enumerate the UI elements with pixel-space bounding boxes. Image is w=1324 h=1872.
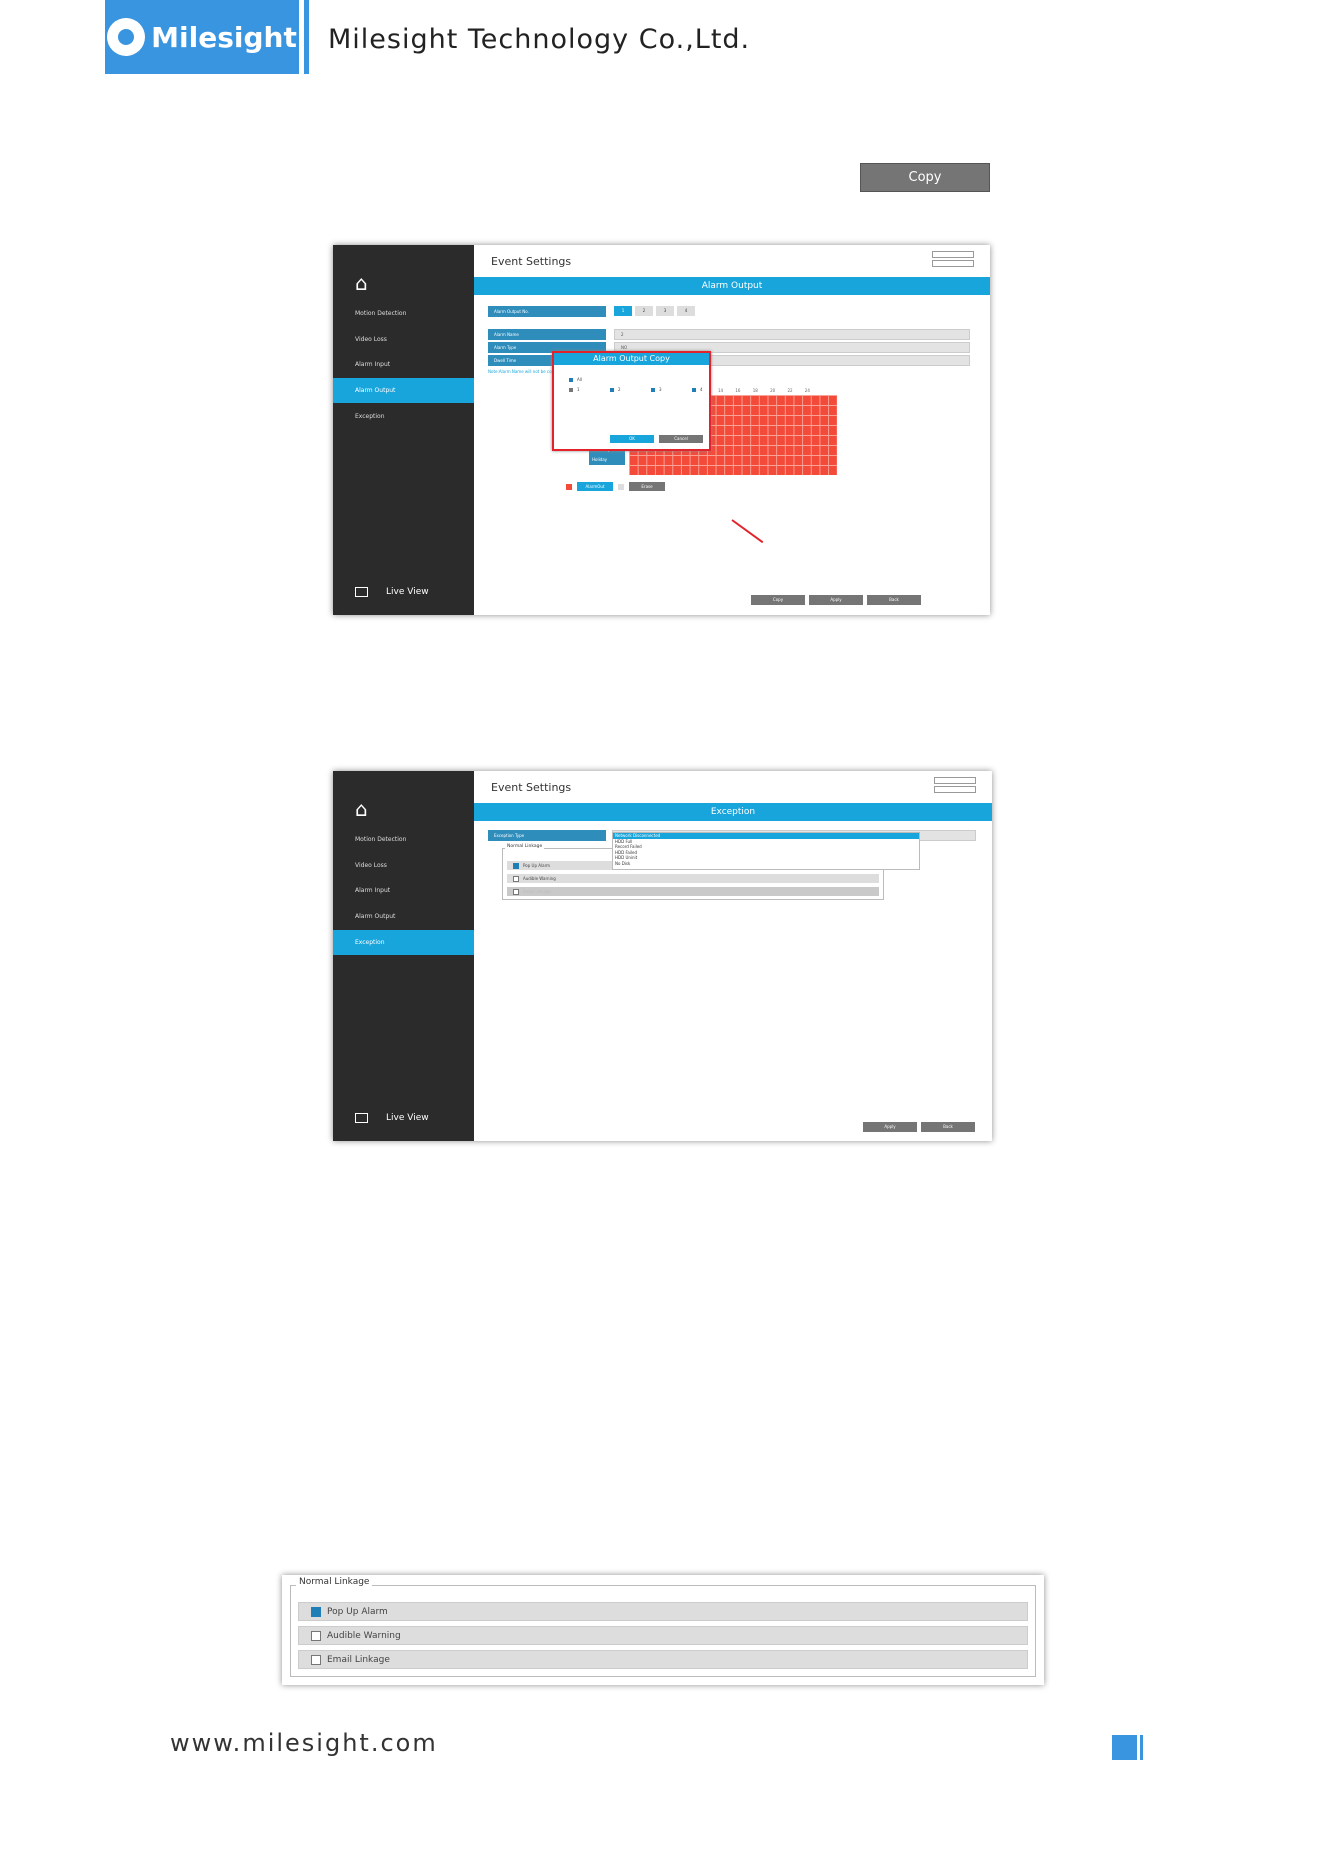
dialog-cancel-button[interactable]: Cancel	[659, 435, 703, 443]
sidebar-item-exception[interactable]: Exception	[333, 930, 474, 955]
copy-option-1[interactable]: 1	[569, 387, 580, 392]
copy-note: Note:Alarm Name will not be copied.	[488, 369, 562, 374]
copy-option-4[interactable]: 4	[692, 387, 703, 392]
dialog-ok-button[interactable]: OK	[610, 435, 654, 443]
alarm-output-4[interactable]: 4	[677, 306, 695, 316]
copy-button-illustration: Copy	[860, 163, 990, 192]
checkbox-icon[interactable]	[311, 1654, 321, 1665]
erase-button[interactable]: Erase	[629, 482, 665, 491]
back-button[interactable]: Back	[867, 595, 921, 605]
usage-meter	[932, 251, 974, 267]
audible-warning-row[interactable]: Audible Warning	[298, 1626, 1028, 1645]
alarm-output-screenshot: ⌂ Motion Detection Video Loss Alarm Inpu…	[333, 245, 990, 615]
pop-up-alarm-row[interactable]: Pop Up Alarm	[298, 1602, 1028, 1621]
alarm-name-field[interactable]: 2	[614, 329, 970, 340]
normal-linkage-legend: Normal Linkage	[296, 1577, 373, 1587]
copy-button[interactable]: Copy	[751, 595, 805, 605]
pointer-arrow	[731, 519, 764, 544]
sidebar-item-video-loss[interactable]: Video Loss	[333, 853, 474, 878]
erase-legend-swatch	[618, 484, 624, 490]
alarm-output-3[interactable]: 3	[656, 306, 674, 316]
usage-meter	[934, 777, 976, 793]
monitor-icon	[355, 587, 368, 597]
monitor-icon	[355, 1113, 368, 1123]
footer-url: www.milesight.com	[170, 1729, 438, 1757]
hour-labels: 14 16 18 20 22 24	[718, 388, 810, 393]
section-bar: Alarm Output	[474, 277, 990, 295]
live-view-link[interactable]: Live View	[355, 587, 429, 597]
sidebar-item-motion-detection[interactable]: Motion Detection	[333, 827, 474, 852]
alarm-legend-swatch	[566, 484, 572, 490]
email-linkage-row[interactable]: Email Linkage	[507, 887, 879, 896]
normal-linkage-panel: Normal Linkage Pop Up Alarm Audible Warn…	[282, 1575, 1044, 1685]
copy-option-3[interactable]: 3	[651, 387, 662, 392]
copy-all-checkbox[interactable]: All	[569, 377, 582, 382]
logo-icon	[107, 18, 146, 56]
exception-screenshot: ⌂ Motion Detection Video Loss Alarm Inpu…	[333, 771, 992, 1141]
home-icon[interactable]: ⌂	[355, 271, 368, 295]
sidebar-item-video-loss[interactable]: Video Loss	[333, 327, 474, 352]
checkbox-icon[interactable]	[311, 1606, 321, 1617]
apply-button[interactable]: Apply	[863, 1122, 917, 1132]
page-title: Event Settings	[491, 781, 572, 794]
alarm-output-1[interactable]: 1	[614, 306, 632, 316]
company-name: Milesight Technology Co.,Ltd.	[328, 24, 751, 55]
alarm-name-label: Alarm Name	[488, 329, 606, 340]
sidebar-item-alarm-output[interactable]: Alarm Output	[333, 378, 474, 403]
sidebar-item-exception[interactable]: Exception	[333, 404, 474, 429]
page-title: Event Settings	[491, 255, 572, 268]
checkbox-icon[interactable]	[311, 1630, 321, 1641]
sidebar-item-alarm-output[interactable]: Alarm Output	[333, 904, 474, 929]
section-bar: Exception	[474, 803, 992, 821]
sidebar-item-alarm-input[interactable]: Alarm Input	[333, 878, 474, 903]
dropdown-option[interactable]: No Disk	[613, 861, 919, 867]
alarmout-button[interactable]: AlarmOut	[577, 482, 613, 491]
page-marker-bar	[1140, 1735, 1143, 1760]
content-area: Event Settings Exception Exception Type …	[474, 771, 992, 1141]
content-area: Event Settings Alarm Output Alarm Output…	[474, 245, 990, 615]
live-view-link[interactable]: Live View	[355, 1113, 429, 1123]
apply-button[interactable]: Apply	[809, 595, 863, 605]
audible-warning-row[interactable]: Audible Warning	[507, 874, 879, 883]
home-icon[interactable]: ⌂	[355, 797, 368, 821]
header-divider	[304, 0, 309, 74]
email-linkage-row[interactable]: Email Linkage	[298, 1650, 1028, 1669]
alarm-output-2[interactable]: 2	[635, 306, 653, 316]
dialog-title: Alarm Output Copy	[554, 353, 709, 365]
sidebar: ⌂ Motion Detection Video Loss Alarm Inpu…	[333, 245, 474, 615]
alarm-output-no-label: Alarm Output No.	[488, 306, 606, 317]
alarm-output-copy-dialog: Alarm Output Copy All 1 2 3 4 OK Cancel	[552, 351, 711, 451]
page-marker	[1112, 1735, 1137, 1760]
back-button[interactable]: Back	[921, 1122, 975, 1132]
milesight-logo: Milesight	[105, 0, 299, 74]
sidebar-item-alarm-input[interactable]: Alarm Input	[333, 352, 474, 377]
exception-type-label: Exception Type	[488, 830, 606, 841]
exception-type-dropdown[interactable]: Network Disconnected HDD Full Record Fai…	[612, 832, 920, 870]
copy-option-2[interactable]: 2	[610, 387, 621, 392]
logo-text: Milesight	[151, 20, 297, 54]
day-holiday: Holiday	[589, 455, 625, 465]
sidebar-item-motion-detection[interactable]: Motion Detection	[333, 301, 474, 326]
normal-linkage-legend: Normal Linkage	[505, 844, 545, 849]
sidebar: ⌂ Motion Detection Video Loss Alarm Inpu…	[333, 771, 474, 1141]
